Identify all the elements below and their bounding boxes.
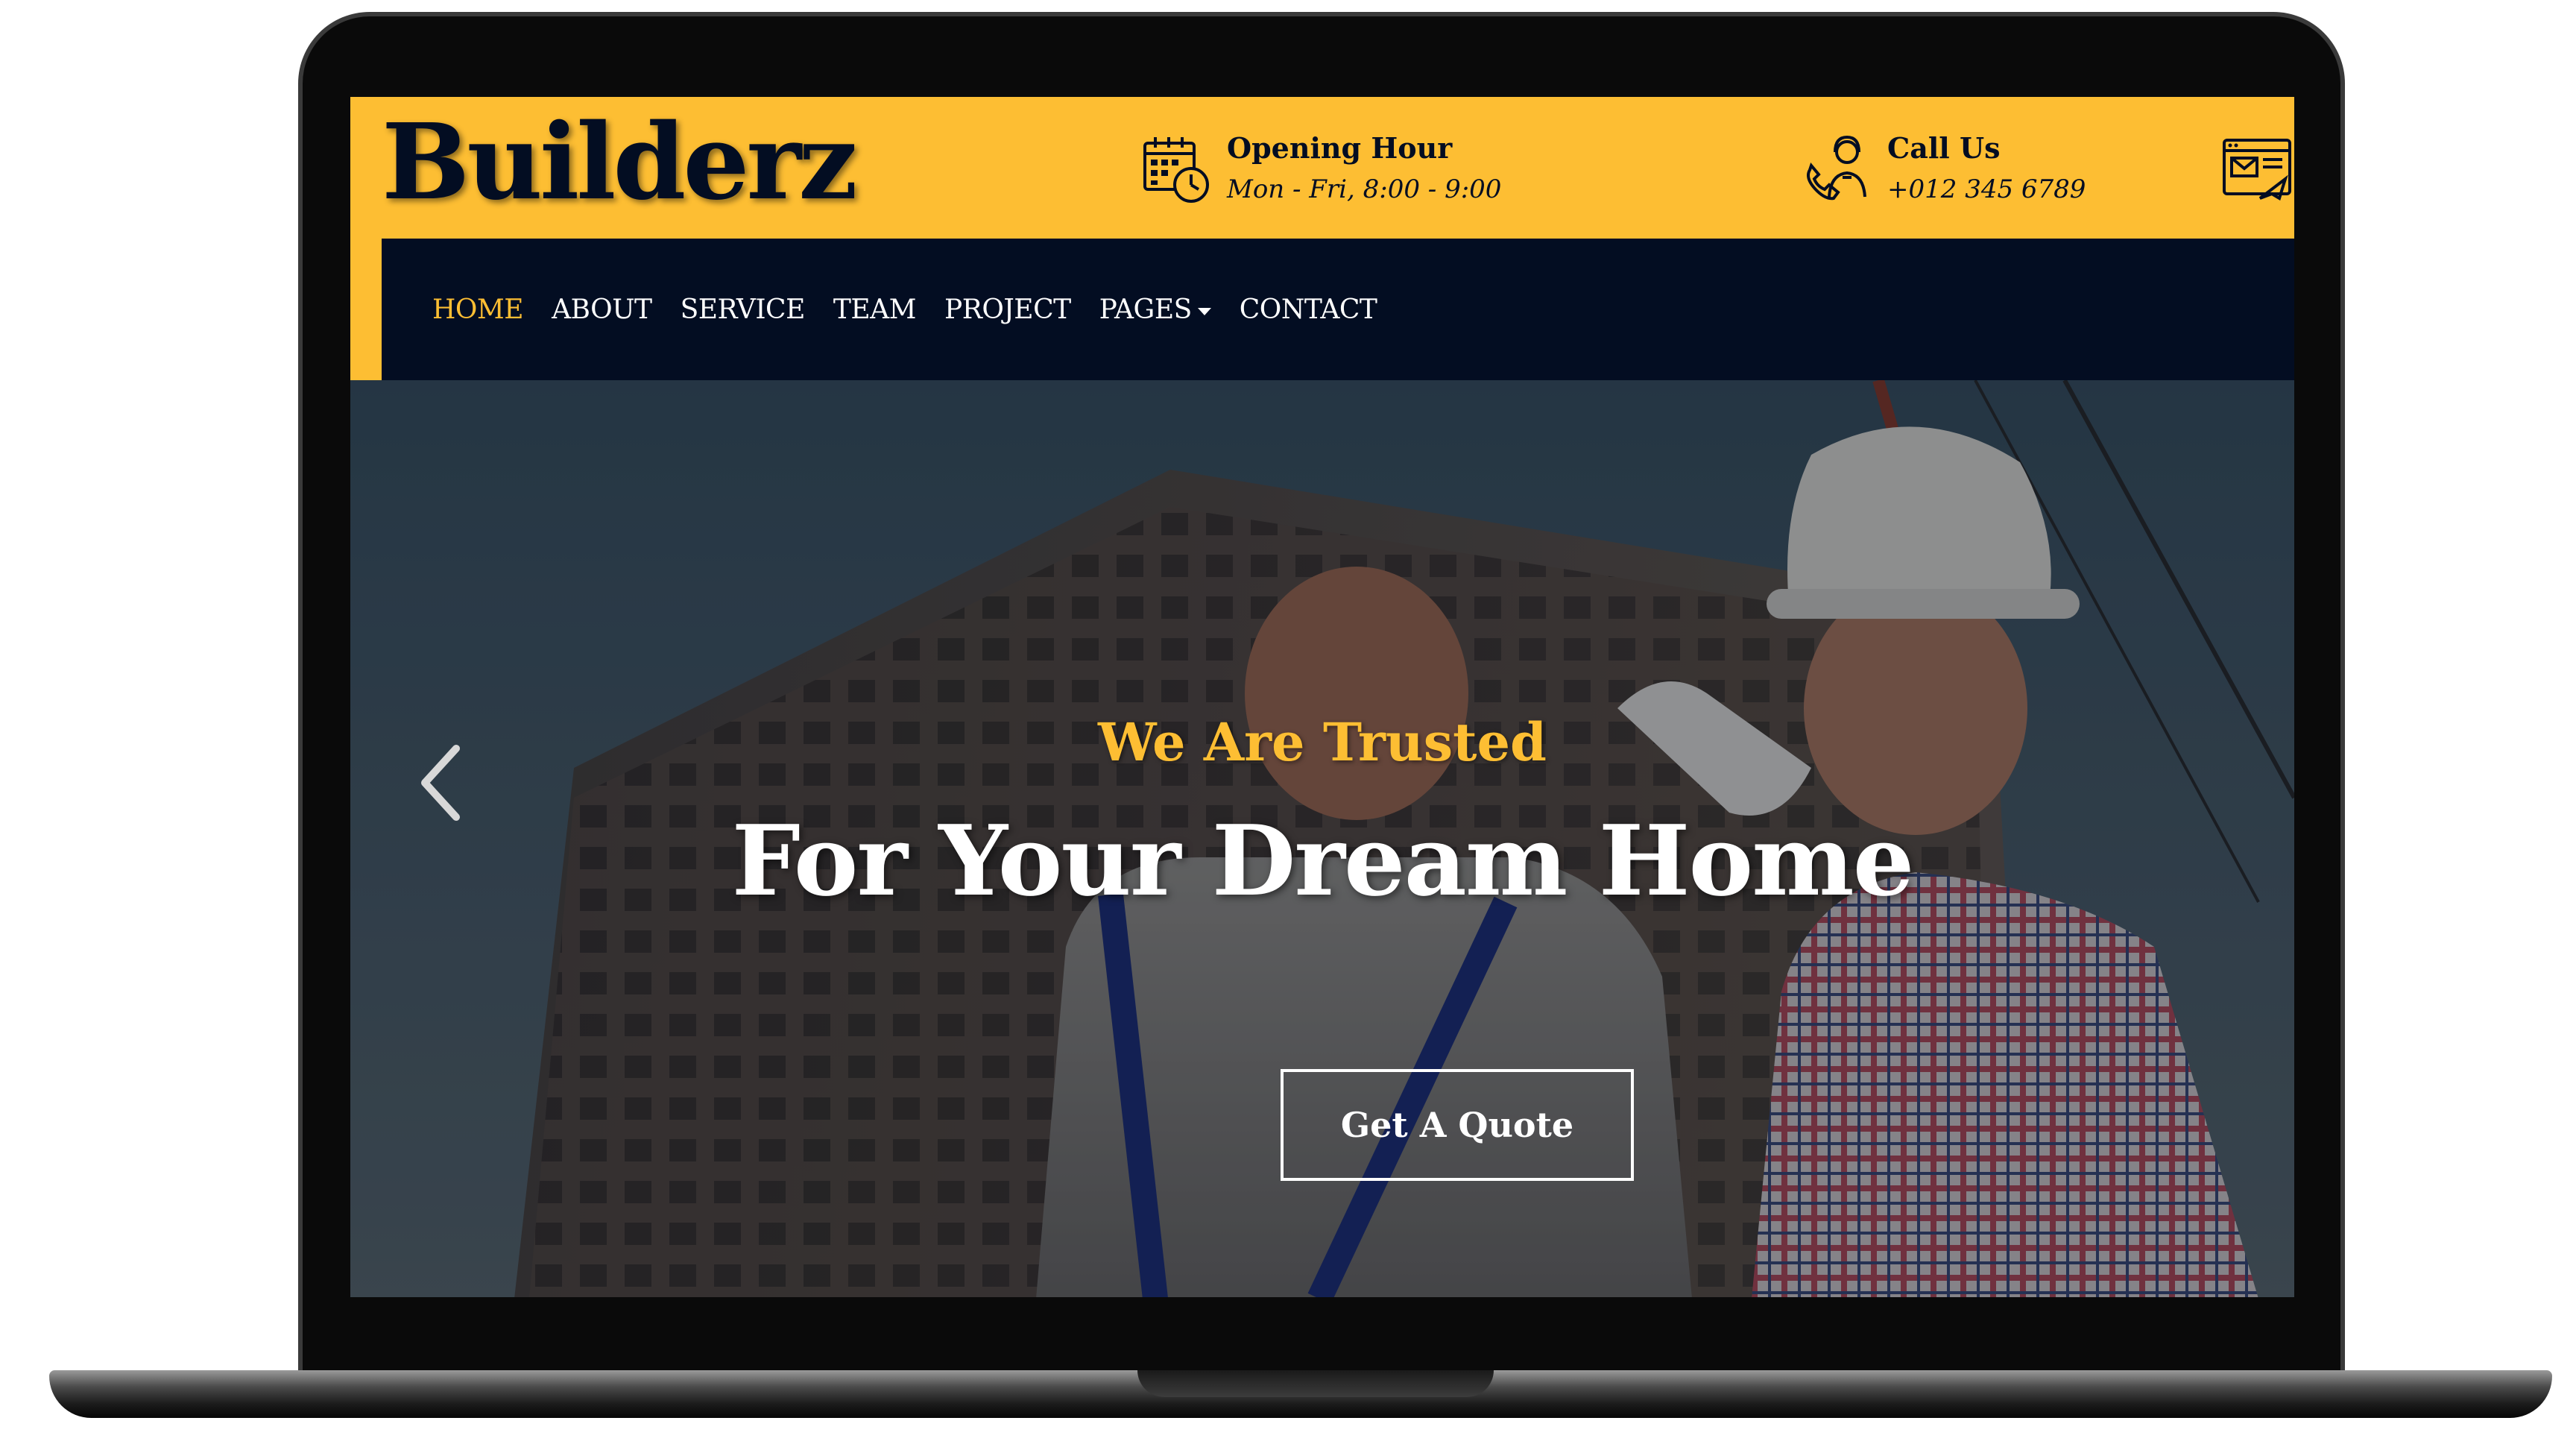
nav-item-pages-label: PAGES [1099,294,1193,325]
call-us-text[interactable]: +012 345 6789 [1887,174,2086,204]
nav-item-home[interactable]: HOME [432,294,524,325]
call-us-title: Call Us [1887,131,2001,165]
phone-support-icon [1807,135,1866,201]
hero-subtitle: We Are Trusted [1098,711,1547,773]
nav-item-pages-dropdown[interactable]: PAGES [1099,294,1211,325]
top-bar: Builderz Opening Hour Mon - Fri, 8:00 - … [350,97,2294,239]
caret-down-icon [1197,307,1211,315]
hero-title: For Your Dream Home [731,804,1915,918]
nav-accent-strip [350,239,382,380]
nav-item-contact[interactable]: CONTACT [1240,294,1377,325]
nav-item-service[interactable]: SERVICE [681,294,806,325]
nav-item-about[interactable]: ABOUT [552,294,652,325]
email-browser-icon[interactable] [2220,133,2294,207]
opening-hour-title: Opening Hour [1227,131,1453,165]
opening-hour-text: Mon - Fri, 8:00 - 9:00 [1227,174,1502,204]
hero-carousel: We Are Trusted For Your Dream Home Get A… [350,380,2294,1297]
nav-menu: HOME ABOUT SERVICE TEAM PROJECT PAGES CO… [432,239,1405,380]
calendar-clock-icon [1143,137,1209,203]
main-navbar: HOME ABOUT SERVICE TEAM PROJECT PAGES CO… [382,239,2294,380]
get-quote-button[interactable]: Get A Quote [1281,1069,1634,1181]
nav-item-project[interactable]: PROJECT [944,294,1071,325]
nav-item-team[interactable]: TEAM [833,294,917,325]
laptop-notch [1137,1370,1494,1397]
laptop-screen: Builderz Opening Hour Mon - Fri, 8:00 - … [350,97,2294,1297]
brand-logo[interactable]: Builderz [382,110,858,215]
